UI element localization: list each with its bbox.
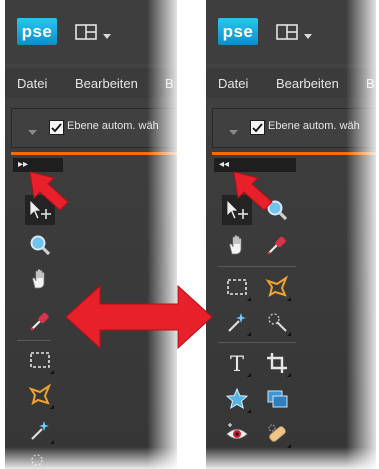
tool-options-bar: Ebene autom. wäh [11,108,177,148]
tool-divider [218,266,296,267]
rectangular-marquee-tool[interactable] [222,272,252,302]
menu-datei[interactable]: Datei [17,76,47,91]
collapse-toolbox-toggle[interactable]: ◂◂ [216,158,232,172]
menu-bild[interactable]: B [165,76,174,91]
tool-divider [218,342,296,343]
chevron-down-icon[interactable] [229,123,238,135]
menu-bar: Datei Bearbeiten B [5,68,177,98]
spot-healing-brush-tool[interactable] [262,419,292,449]
pse-logo: pse [218,18,258,45]
app-bar: pse [5,0,177,64]
workspace-layout-icon[interactable] [75,24,97,40]
app-bar: pse [206,0,376,64]
zoom-tool[interactable] [25,230,55,260]
edge-fade [206,447,376,469]
rectangular-marquee-tool[interactable] [25,345,55,375]
expand-toolbox-toggle[interactable]: ▸▸ [15,158,31,172]
auto-select-layer-label: Ebene autom. wäh [67,120,159,132]
quick-selection-tool[interactable] [25,448,55,469]
custom-shape-tool[interactable] [222,384,252,414]
crop-tool[interactable] [262,348,292,378]
lasso-tool[interactable] [25,380,55,410]
red-eye-removal-tool[interactable] [222,419,252,449]
toolbox-header: ▸▸ [13,158,63,172]
toolbox-header: ◂◂ [214,158,296,172]
left-panel: pse Datei Bearbeiten B Ebene autom. wäh … [5,0,177,469]
menu-bild[interactable]: B [366,76,375,91]
workspace-layout-icon[interactable] [276,24,298,40]
tool-divider [17,340,51,341]
accent-divider [212,152,376,155]
accent-divider [11,152,177,155]
eyedropper-tool[interactable] [25,306,55,336]
tool-options-bar: Ebene autom. wäh [212,108,376,148]
hand-tool[interactable] [25,264,55,294]
type-tool[interactable]: T [222,348,252,378]
menu-datei[interactable]: Datei [218,76,248,91]
magic-wand-tool[interactable] [222,307,252,337]
right-panel: pse Datei Bearbeiten B Ebene autom. wäh … [206,0,376,469]
quick-selection-tool[interactable] [262,307,292,337]
move-tool[interactable] [25,195,55,225]
menu-bar: Datei Bearbeiten B [206,68,376,98]
auto-select-layer-checkbox[interactable] [250,120,265,135]
chevron-down-icon[interactable] [303,28,313,39]
eyedropper-tool[interactable] [262,230,292,260]
hand-tool[interactable] [222,230,252,260]
magic-wand-tool[interactable] [25,415,55,445]
move-tool[interactable] [222,195,252,225]
zoom-tool[interactable] [262,195,292,225]
menu-bearbeiten[interactable]: Bearbeiten [276,76,339,91]
chevron-down-icon[interactable] [102,28,112,39]
pse-logo: pse [17,18,57,45]
auto-select-layer-label: Ebene autom. wäh [268,120,360,132]
chevron-down-icon[interactable] [28,123,37,135]
auto-select-layer-checkbox[interactable] [49,120,64,135]
lasso-tool[interactable] [262,272,292,302]
svg-text:T: T [230,352,244,375]
menu-bearbeiten[interactable]: Bearbeiten [75,76,138,91]
recompose-tool[interactable] [262,384,292,414]
